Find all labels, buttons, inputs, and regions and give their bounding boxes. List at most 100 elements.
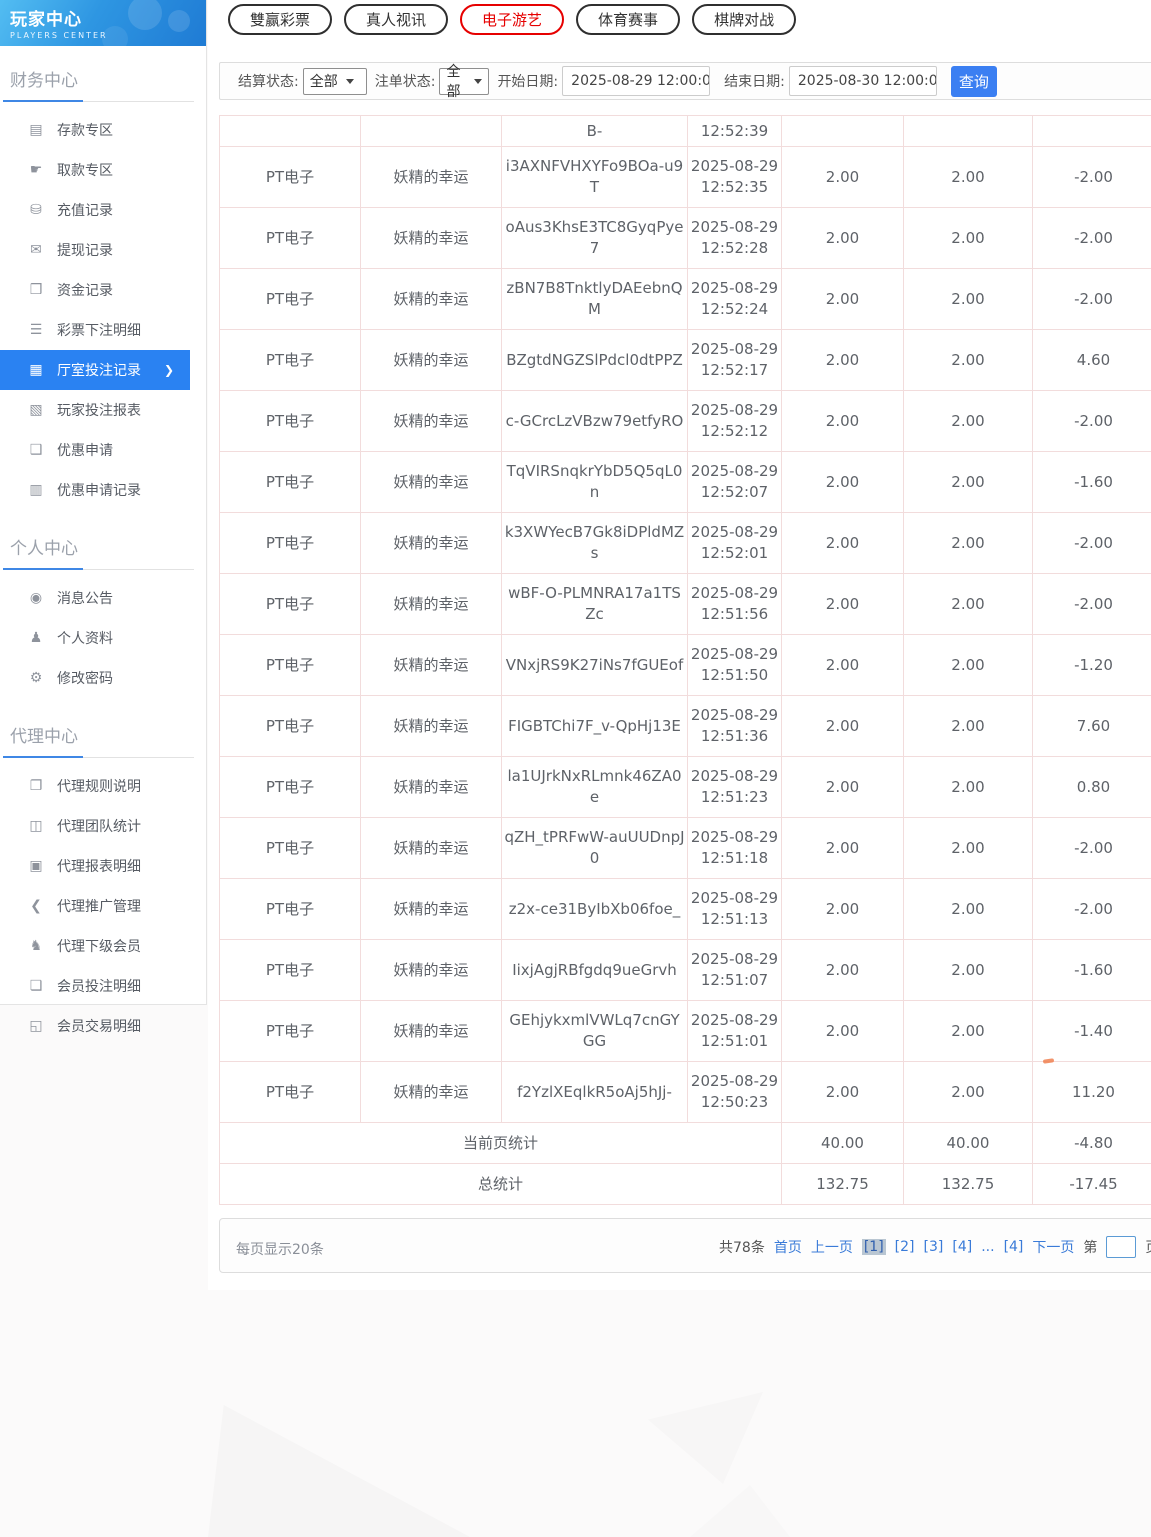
sidebar-item-promo-apply-record[interactable]: ▥ 优惠申请记录 ❯ — [0, 470, 206, 510]
bet-amount-cell: 2.00 — [781, 268, 904, 330]
order-id-cell: oAus3KhsE3TC8GyqPye7 — [501, 207, 688, 269]
sidebar-item-funds-record[interactable]: ❒ 资金记录 ❯ — [0, 270, 206, 310]
tab-live-video[interactable]: 真人视讯 — [344, 4, 449, 35]
bet-amount-cell: 2.00 — [781, 634, 904, 696]
sidebar-item-withdraw[interactable]: ☛ 取款专区 ❯ — [0, 150, 206, 190]
page-number-link[interactable]: ... — [981, 1239, 994, 1255]
prev-page-link[interactable]: 上一页 — [811, 1237, 853, 1257]
ticket-icon: ❑ — [29, 442, 43, 458]
datetime-cell: 2025-08-29 12:50:23 — [687, 1061, 782, 1123]
users-icon: ♞ — [29, 938, 43, 954]
table-row-partial: B- 12:52:39 — [219, 115, 1151, 147]
start-date-input[interactable] — [562, 66, 711, 96]
tab-sports[interactable]: 体育赛事 — [576, 4, 681, 35]
valid-bet-cell: 2.00 — [903, 512, 1033, 574]
hall-cell: PT电子 — [219, 146, 361, 208]
sidebar-section: 个人中心 ◉ 消息公告 ❯ ♟ 个人资料 ❯ ⚙ 修改密码 ❯ — [0, 514, 206, 702]
sidebar-item-withdraw-record[interactable]: ✉ 提现记录 ❯ — [0, 230, 206, 270]
tab-egames[interactable]: 电子游艺 — [460, 4, 565, 35]
winloss-cell: 11.20 — [1032, 1061, 1151, 1123]
sidebar-item-player-bet-report[interactable]: ▧ 玩家投注报表 ❯ — [0, 390, 206, 430]
page-number-link[interactable]: [2] — [895, 1239, 915, 1255]
hall-cell: PT电子 — [219, 573, 361, 635]
page-number-link[interactable]: [4] — [1004, 1239, 1024, 1255]
game-cell: 妖精的幸运 — [360, 939, 502, 1001]
sidebar-item-agent-team-stats[interactable]: ◫ 代理团队统计 ❯ — [0, 806, 206, 846]
sidebar-item-profile[interactable]: ♟ 个人资料 ❯ — [0, 618, 206, 658]
ledger-icon: ❒ — [29, 282, 43, 298]
sidebar-item-agent-members[interactable]: ♞ 代理下级会员 ❯ — [0, 926, 206, 966]
chevron-down-icon — [345, 78, 354, 84]
sidebar-item-agent-rules[interactable]: ❐ 代理规则说明 ❯ — [0, 766, 206, 806]
first-page-link[interactable]: 首页 — [774, 1237, 802, 1257]
bet-amount-cell: 2.00 — [781, 146, 904, 208]
sidebar-item-announcements[interactable]: ◉ 消息公告 ❯ — [0, 578, 206, 618]
datetime-cell: 2025-08-29 12:51:23 — [687, 756, 782, 818]
valid-bet-cell: 2.00 — [903, 878, 1033, 940]
game-cell: 妖精的幸运 — [360, 512, 502, 574]
chevron-down-icon — [474, 78, 483, 84]
grid-record-icon: ▦ — [29, 362, 43, 378]
query-button[interactable]: 查询 — [950, 65, 997, 97]
end-date-label: 结束日期: — [724, 74, 785, 90]
sidebar-item-hall-bet-record[interactable]: ▦ 厅室投注记录 ❯ — [0, 350, 190, 390]
tab-lottery[interactable]: 雙赢彩票 — [228, 4, 333, 35]
winloss-cell: -2.00 — [1032, 207, 1151, 269]
order-id-cell: zBN7B8TnktlyDAEebnQM — [501, 268, 688, 330]
page-total-winloss: -4.80 — [1032, 1122, 1151, 1164]
valid-bet-cell: 2.00 — [903, 939, 1033, 1001]
game-cell: 妖精的幸运 — [360, 329, 502, 391]
valid-bet-cell: 2.00 — [903, 390, 1033, 452]
order-id-cell: GEhjykxmlVWLq7cnGYGG — [501, 1000, 688, 1062]
jump-suffix: 页 — [1145, 1237, 1151, 1257]
sidebar-item-change-password[interactable]: ⚙ 修改密码 ❯ — [0, 658, 206, 698]
page-number-link[interactable]: [4] — [952, 1239, 972, 1255]
order-id-cell: la1UJrkNxRLmnk46ZA0e — [501, 756, 688, 818]
gamepad-decoration-icon — [102, 26, 128, 46]
jump-page-input[interactable] — [1106, 1236, 1137, 1258]
page-number-link[interactable]: [1] — [861, 1239, 886, 1255]
sidebar-item-recharge-record[interactable]: ⛁ 充值记录 ❯ — [0, 190, 206, 230]
tab-board-games[interactable]: 棋牌对战 — [692, 4, 797, 35]
game-cell: 妖精的幸运 — [360, 634, 502, 696]
game-cell: 妖精的幸运 — [360, 756, 502, 818]
valid-bet-cell: 2.00 — [903, 146, 1033, 208]
grand-total-winloss: -17.45 — [1032, 1163, 1151, 1205]
datetime-cell: 2025-08-29 12:51:56 — [687, 573, 782, 635]
sidebar-item-lottery-bet-detail[interactable]: ☰ 彩票下注明细 ❯ — [0, 310, 206, 350]
section-divider — [3, 100, 194, 102]
sidebar-item-member-bet-detail[interactable]: ❏ 会员投注明细 ❯ — [0, 966, 206, 1006]
grand-total-row: 总统计 132.75 132.75 -17.45 — [219, 1163, 1151, 1205]
main-content: 雙赢彩票 真人视讯 电子游艺 体育赛事 棋牌对战 结算状态: 全部 注单状态: 全部 开… — [208, 0, 1151, 1290]
sidebar-item-promo-apply[interactable]: ❑ 优惠申请 ❯ — [0, 430, 206, 470]
hall-cell: PT电子 — [219, 817, 361, 879]
settle-status-select[interactable]: 全部 — [302, 67, 367, 95]
winloss-cell: -1.60 — [1032, 939, 1151, 1001]
filter-bar: 结算状态: 全部 注单状态: 全部 开始日期: 结束日期: 查询 — [219, 62, 1151, 100]
sidebar-item-agent-report-detail[interactable]: ▣ 代理报表明细 ❯ — [0, 846, 206, 886]
sidebar-item-deposit[interactable]: ▤ 存款专区 ❯ — [0, 110, 206, 150]
winloss-cell: -2.00 — [1032, 146, 1151, 208]
valid-bet-cell: 2.00 — [903, 1000, 1033, 1062]
end-date-input[interactable] — [788, 66, 937, 96]
sidebar-section: 代理中心 ❐ 代理规则说明 ❯ ◫ 代理团队统计 ❯ ▣ 代理报表明细 ❯ ❮ … — [0, 702, 206, 1050]
sidebar-section-title: 个人中心 — [10, 539, 78, 559]
order-status-select[interactable]: 全部 — [439, 64, 490, 100]
bet-amount-cell: 2.00 — [781, 1000, 904, 1062]
moneybag-icon: ⛁ — [30, 202, 42, 218]
bet-amount-cell: 2.00 — [781, 878, 904, 940]
next-page-link[interactable]: 下一页 — [1032, 1237, 1074, 1257]
datetime-cell: 2025-08-29 12:51:18 — [687, 817, 782, 879]
page-total-row: 当前页统计 40.00 40.00 -4.80 — [219, 1122, 1151, 1164]
bet-amount-cell: 2.00 — [781, 939, 904, 1001]
valid-bet-cell: 2.00 — [903, 451, 1033, 513]
table-row: PT电子 妖精的幸运 TqVIRSnqkrYbD5Q5qL0n 2025-08-… — [219, 451, 1151, 513]
datetime-cell: 2025-08-29 12:52:28 — [687, 207, 782, 269]
gamepad-decoration-icon — [168, 10, 190, 32]
bet-amount-cell: 2.00 — [781, 512, 904, 574]
page-number-link[interactable]: [3] — [924, 1239, 944, 1255]
sidebar-item-member-trans-detail[interactable]: ◱ 会员交易明细 ❯ — [0, 1006, 206, 1046]
deposit-card-icon: ▤ — [29, 122, 43, 138]
table-row: PT电子 妖精的幸运 zBN7B8TnktlyDAEebnQM 2025-08-… — [219, 268, 1151, 330]
sidebar-item-agent-promotion[interactable]: ❮ 代理推广管理 ❯ — [0, 886, 206, 926]
